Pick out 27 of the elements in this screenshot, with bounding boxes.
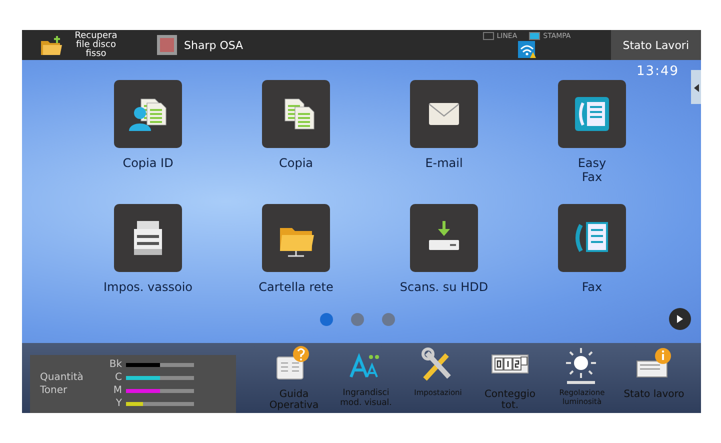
page-indicator-dot[interactable] (351, 313, 364, 326)
app-button[interactable]: Scans. su HDD (370, 204, 518, 322)
wifi-warning-icon (518, 41, 536, 58)
side-panel-tab[interactable] (691, 70, 701, 104)
page-indicator-dot[interactable] (320, 313, 333, 326)
clock-time: 13:49 (636, 64, 679, 79)
toner-label: Bk (108, 358, 122, 370)
app-icon (156, 34, 178, 56)
left-arrow-icon (692, 84, 700, 92)
right-arrow-icon (677, 315, 683, 323)
toner-label: C (114, 372, 122, 384)
app-button[interactable]: Easy Fax (518, 80, 666, 198)
next-page-button[interactable] (669, 308, 691, 330)
job-status-button[interactable]: Stato Lavori (610, 30, 701, 60)
app-button[interactable]: Copia (222, 80, 370, 198)
app-button[interactable]: E-mail (370, 80, 518, 198)
app-shortcut-button[interactable]: Sharp OSA (138, 34, 258, 56)
folder-shortcut-button[interactable]: Recupera file disco fisso (22, 32, 138, 58)
toner-label: Y (114, 398, 122, 410)
app-button[interactable]: Cartella rete (222, 204, 370, 322)
folder-icon (40, 34, 62, 56)
page-indicator-dot[interactable] (382, 313, 395, 326)
toner-label: M (112, 384, 122, 396)
app-button[interactable]: Copia ID (74, 80, 222, 198)
app-button[interactable]: Impos. vassoio (74, 204, 222, 322)
app-button[interactable]: Fax (518, 204, 666, 322)
toner-title: Quantità Toner (40, 371, 84, 397)
